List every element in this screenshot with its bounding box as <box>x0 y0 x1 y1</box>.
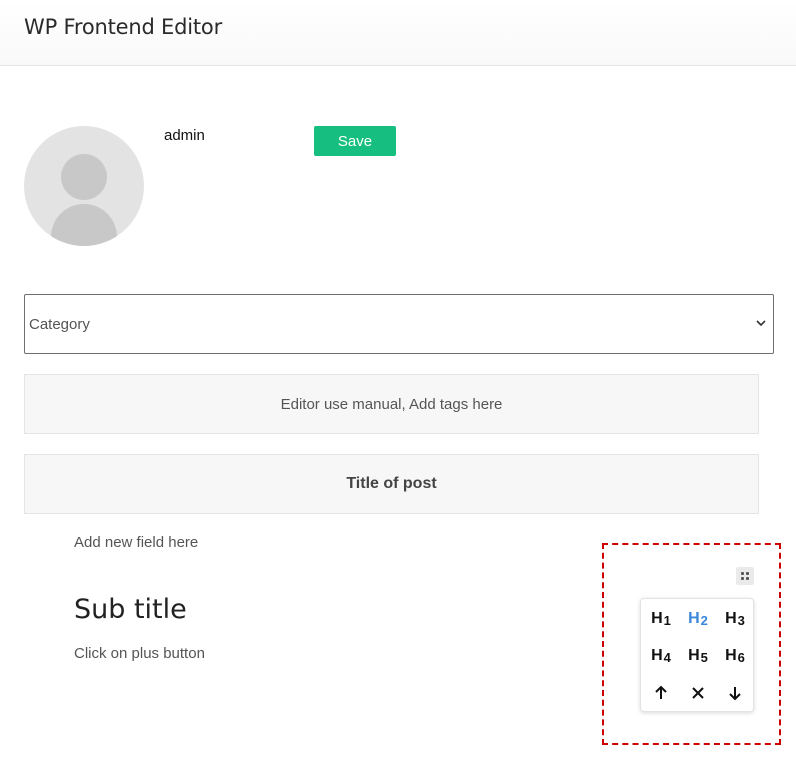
drag-handle-icon[interactable] <box>736 567 754 585</box>
heading-3-button[interactable]: H3 <box>717 601 753 637</box>
heading-5-level: 5 <box>700 649 708 665</box>
heading-6-level: 6 <box>737 649 745 665</box>
heading-4-letter: H <box>651 647 663 664</box>
avatar-body-shape <box>51 204 117 246</box>
heading-2-button[interactable]: H2 <box>680 601 716 637</box>
arrow-down-icon[interactable] <box>717 675 753 711</box>
heading-6-letter: H <box>725 647 737 664</box>
heading-4-button[interactable]: H4 <box>643 638 679 674</box>
heading-2-level: 2 <box>700 612 708 628</box>
subtitle-heading[interactable]: Sub title <box>74 594 187 625</box>
category-select[interactable]: Category <box>24 294 774 354</box>
post-title-label: Title of post <box>346 475 437 492</box>
arrow-up-icon[interactable] <box>643 675 679 711</box>
tags-field-label: Editor use manual, Add tags here <box>280 395 503 413</box>
chevron-down-icon <box>756 320 766 327</box>
heading-5-letter: H <box>688 647 700 664</box>
heading-1-button[interactable]: H1 <box>643 601 679 637</box>
hint-text: Click on plus button <box>74 645 205 662</box>
app-header: WP Frontend Editor <box>0 0 796 66</box>
heading-6-button[interactable]: H6 <box>717 638 753 674</box>
heading-3-level: 3 <box>737 612 745 628</box>
save-button[interactable]: Save <box>314 126 396 156</box>
heading-2-letter: H <box>688 610 700 627</box>
heading-1-letter: H <box>651 610 663 627</box>
avatar[interactable] <box>24 126 144 246</box>
app-title: WP Frontend Editor <box>24 15 223 39</box>
category-select-value: Category <box>29 315 90 333</box>
heading-toolbar: H1 H2 H3 H4 H5 H6 <box>640 598 754 712</box>
heading-1-level: 1 <box>663 612 671 628</box>
username-label: admin <box>164 127 205 144</box>
heading-5-button[interactable]: H5 <box>680 638 716 674</box>
post-title-field[interactable]: Title of post <box>24 454 759 514</box>
tags-field[interactable]: Editor use manual, Add tags here <box>24 374 759 434</box>
heading-3-letter: H <box>725 610 737 627</box>
avatar-head-shape <box>61 154 107 200</box>
heading-4-level: 4 <box>663 649 671 665</box>
add-new-field-text[interactable]: Add new field here <box>74 534 198 551</box>
close-icon[interactable] <box>680 675 716 711</box>
